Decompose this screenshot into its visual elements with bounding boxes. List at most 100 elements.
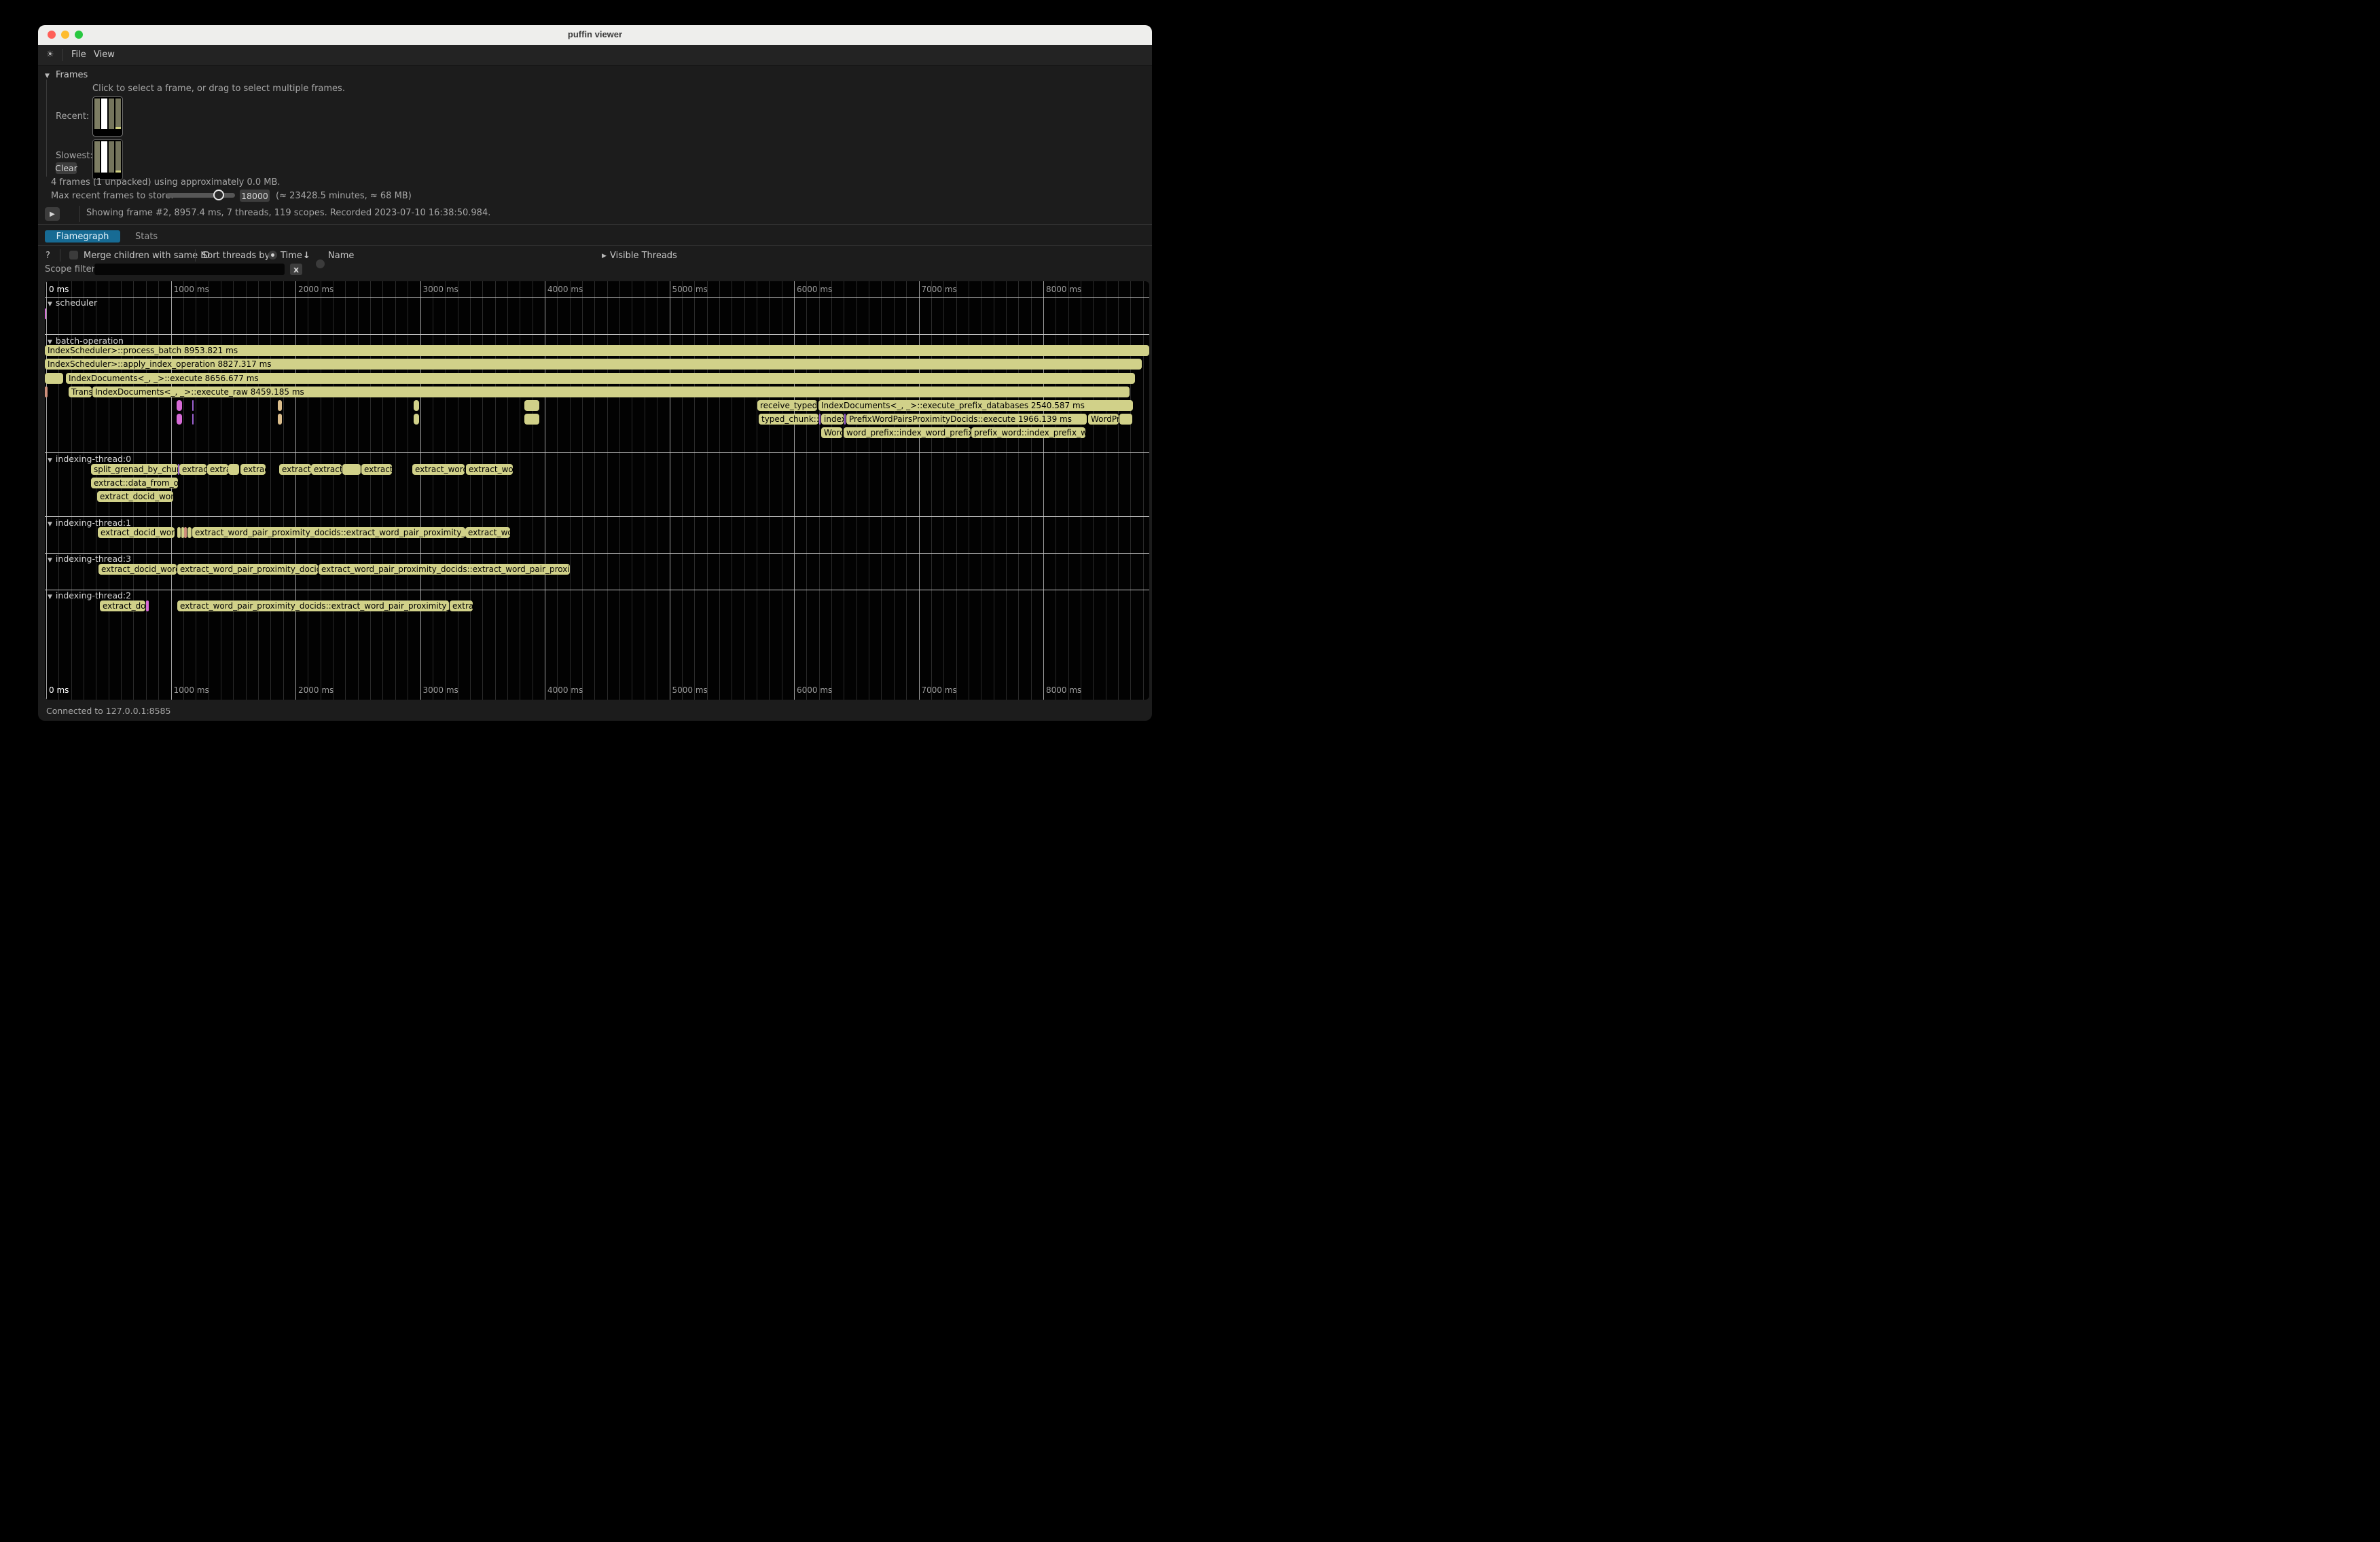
tab-flamegraph[interactable]: Flamegraph bbox=[45, 230, 120, 243]
frame-thumbnail-bar[interactable] bbox=[115, 141, 121, 173]
scope-bar[interactable]: typed_chunk::w bbox=[759, 414, 818, 425]
frame-thumbnail-bar[interactable] bbox=[101, 98, 107, 129]
minor-gridline bbox=[1093, 281, 1094, 700]
tab-stats[interactable]: Stats bbox=[135, 232, 158, 242]
visible-threads-toggle[interactable]: Visible Threads bbox=[610, 251, 677, 261]
scope-bar[interactable]: receive_typed bbox=[757, 400, 817, 411]
scope-bar[interactable] bbox=[146, 600, 149, 611]
scope-bar[interactable]: extract bbox=[179, 464, 206, 475]
thread-header-indexing-thread:1[interactable]: ▼indexing-thread:1 bbox=[48, 518, 131, 528]
scope-bar[interactable] bbox=[184, 527, 187, 538]
scope-bar[interactable] bbox=[414, 400, 419, 411]
scope-bar[interactable] bbox=[524, 400, 539, 411]
scope-bar[interactable]: extra bbox=[207, 464, 228, 475]
sort-time-label[interactable]: Time bbox=[281, 251, 302, 261]
scope-bar[interactable]: extract::data_from_ob bbox=[91, 478, 178, 488]
scope-bar[interactable]: extract_ bbox=[311, 464, 342, 475]
scope-bar[interactable]: split_grenad_by_chun bbox=[91, 464, 178, 475]
frame-thumbnail-bar[interactable] bbox=[94, 141, 100, 173]
sort-time-radio[interactable] bbox=[268, 251, 277, 259]
scope-bar[interactable] bbox=[45, 308, 46, 319]
scope-bar[interactable]: extract_docid_word bbox=[97, 491, 173, 502]
menu-file[interactable]: File bbox=[71, 50, 86, 60]
scope-bar[interactable] bbox=[414, 414, 419, 425]
scope-bar[interactable]: word_prefix::index_word_prefix_ bbox=[844, 427, 971, 438]
scope-bar[interactable]: IndexScheduler>::apply_index_operation 8… bbox=[45, 359, 1142, 370]
scope-bar[interactable]: extract_docid_word bbox=[98, 527, 175, 538]
frame-thumbnail-bar[interactable] bbox=[94, 98, 100, 129]
scope-bar[interactable]: extract_wo bbox=[465, 527, 510, 538]
scope-bar[interactable]: extract_word_pair_proximity_docids bbox=[177, 564, 318, 575]
scope-bar[interactable] bbox=[342, 464, 361, 475]
scope-bar[interactable]: index bbox=[821, 414, 844, 425]
scope-bar[interactable]: extract_docid_word bbox=[98, 564, 177, 575]
scope-bar[interactable]: IndexDocuments<_, _>::execute 8656.677 m… bbox=[66, 373, 1135, 384]
scope-bar[interactable]: extract_ bbox=[279, 464, 311, 475]
sort-name-label[interactable]: Name bbox=[328, 251, 354, 261]
scope-bar[interactable] bbox=[1119, 414, 1132, 425]
scope-bar[interactable] bbox=[192, 414, 194, 425]
scope-bar[interactable] bbox=[187, 527, 192, 538]
sort-name-radio[interactable] bbox=[316, 259, 325, 268]
menu-view[interactable]: View bbox=[94, 50, 115, 60]
scope-bar[interactable]: extract_word bbox=[412, 464, 465, 475]
scope-bar[interactable] bbox=[844, 414, 846, 425]
scope-bar[interactable]: WordPr bbox=[1088, 414, 1119, 425]
max-frames-slider-knob[interactable] bbox=[213, 190, 224, 200]
scope-bar[interactable] bbox=[192, 400, 194, 411]
major-gridline bbox=[295, 281, 296, 700]
slowest-frames-thumbnail[interactable] bbox=[92, 139, 123, 180]
scope-bar[interactable]: extrac bbox=[240, 464, 266, 475]
scope-bar[interactable] bbox=[177, 414, 182, 425]
scope-bar[interactable]: IndexScheduler>::process_batch 8953.821 … bbox=[45, 345, 1149, 356]
frame-thumbnail-bar[interactable] bbox=[109, 141, 114, 173]
scope-bar[interactable]: extrac bbox=[450, 600, 473, 611]
scope-bar[interactable]: extract_word_pair_proximity_docids::extr… bbox=[177, 600, 449, 611]
scope-bar[interactable] bbox=[177, 527, 181, 538]
merge-children-checkbox[interactable] bbox=[69, 251, 78, 259]
scope-bar[interactable]: extract_wo bbox=[466, 464, 513, 475]
scope-bar[interactable] bbox=[278, 414, 282, 425]
scope-bar[interactable]: extract bbox=[361, 464, 392, 475]
scope-bar[interactable] bbox=[819, 414, 821, 425]
scope-bar[interactable] bbox=[278, 400, 282, 411]
thread-header-indexing-thread:2[interactable]: ▼indexing-thread:2 bbox=[48, 590, 131, 600]
scope-bar[interactable] bbox=[228, 464, 239, 475]
help-button[interactable]: ? bbox=[46, 251, 50, 261]
play-button[interactable]: ▶ bbox=[45, 207, 60, 221]
scope-bar[interactable] bbox=[45, 373, 63, 384]
max-frames-slider-track[interactable] bbox=[166, 193, 235, 198]
scope-bar[interactable]: PrefixWordPairsProximityDocids::execute … bbox=[846, 414, 1087, 425]
frame-thumbnail-bar[interactable] bbox=[115, 98, 121, 129]
flamegraph-canvas[interactable]: 0 ms0 ms1000 ms1000 ms2000 ms2000 ms3000… bbox=[45, 281, 1149, 700]
separator bbox=[38, 245, 1152, 246]
scope-bar[interactable] bbox=[524, 414, 539, 425]
scope-bar[interactable]: IndexDocuments<_, _>::execute_raw 8459.1… bbox=[92, 387, 1130, 397]
scope-filter-input[interactable] bbox=[94, 264, 285, 275]
thread-header-scheduler[interactable]: ▼scheduler bbox=[48, 298, 97, 308]
thread-header-batch-operation[interactable]: ▼batch-operation bbox=[48, 336, 124, 346]
frames-collapsible-header[interactable]: ▼ Frames bbox=[45, 67, 88, 80]
recent-frames-thumbnail[interactable] bbox=[92, 96, 123, 137]
clear-filter-button[interactable]: x bbox=[290, 264, 302, 275]
scope-bar[interactable]: extract_doc bbox=[100, 600, 145, 611]
scope-bar[interactable]: Word bbox=[821, 427, 842, 438]
scope-bar[interactable]: IndexDocuments<_, _>::execute_prefix_dat… bbox=[818, 400, 1133, 411]
scope-bar[interactable]: Trans bbox=[69, 387, 92, 397]
scope-bar[interactable] bbox=[45, 387, 48, 397]
scope-bar[interactable] bbox=[177, 400, 182, 411]
indent-guide bbox=[46, 79, 47, 177]
thread-header-indexing-thread:0[interactable]: ▼indexing-thread:0 bbox=[48, 454, 131, 464]
app-window: puffin viewer ☀ File View ▼ Frames Click… bbox=[38, 25, 1152, 721]
max-frames-value[interactable]: 18000 bbox=[240, 190, 270, 202]
scope-bar[interactable]: prefix_word::index_prefix_wo bbox=[971, 427, 1085, 438]
thread-name-label: indexing-thread:3 bbox=[56, 554, 131, 564]
clear-button[interactable]: Clear bbox=[56, 162, 77, 174]
theme-toggle-sun-icon[interactable]: ☀ bbox=[46, 50, 54, 60]
collapse-arrow-icon: ▼ bbox=[48, 594, 52, 600]
scope-bar[interactable]: extract_word_pair_proximity_docids::extr… bbox=[319, 564, 570, 575]
thread-header-indexing-thread:3[interactable]: ▼indexing-thread:3 bbox=[48, 554, 131, 564]
scope-bar[interactable]: extract_word_pair_proximity_docids::extr… bbox=[192, 527, 465, 538]
frame-thumbnail-bar[interactable] bbox=[109, 98, 114, 129]
frame-thumbnail-bar[interactable] bbox=[101, 141, 107, 173]
